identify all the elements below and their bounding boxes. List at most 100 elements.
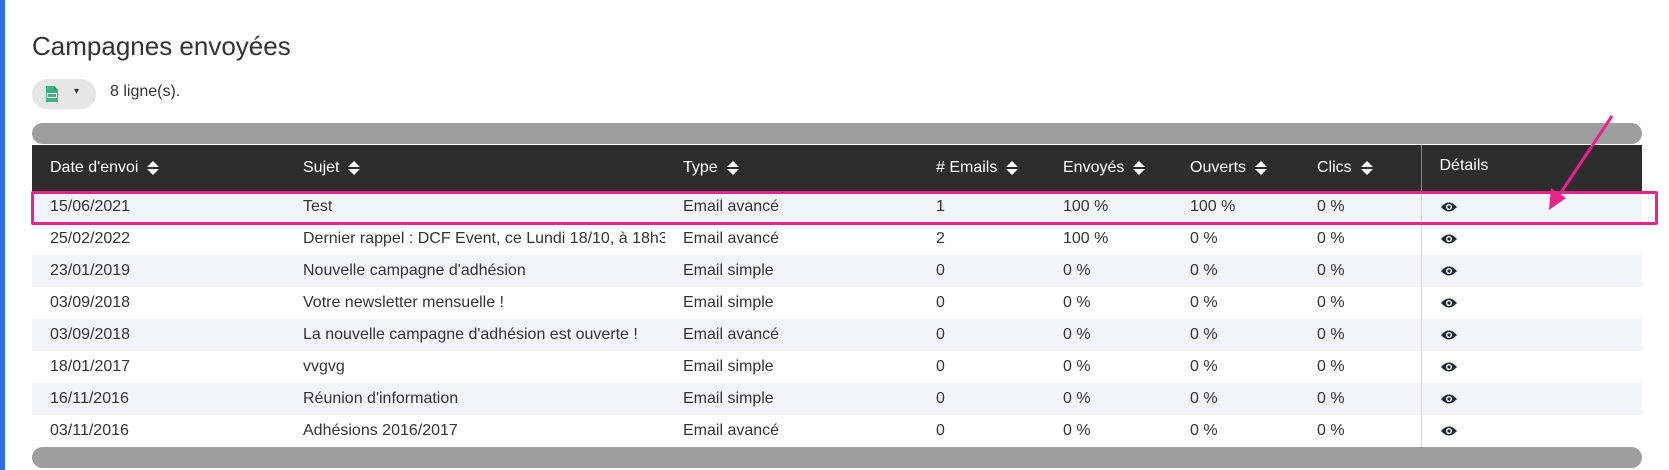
eye-icon[interactable] [1440,425,1458,437]
cell-date: 15/06/2021 [50,198,131,215]
eye-icon[interactable] [1440,265,1458,277]
table-row: 16/11/2016 Réunion d'information Email s… [32,383,1642,415]
cell-emails: 0 [936,358,945,375]
table-row: 03/11/2016 Adhésions 2016/2017 Email ava… [32,415,1642,447]
cell-details [1420,191,1642,223]
cell-ouverts: 0 % [1190,326,1218,343]
cell-details [1420,415,1642,447]
cell-date: 03/09/2018 [50,326,131,343]
cell-clics: 0 % [1317,358,1345,375]
cell-date: 23/01/2019 [50,262,131,279]
cell-type: Email avancé [683,422,780,439]
cell-emails: 0 [936,262,945,279]
eye-icon[interactable] [1440,361,1458,373]
page-title: Campagnes envoyées [32,31,291,62]
cell-sujet: Test [303,198,333,215]
cell-ouverts: 0 % [1190,390,1218,407]
cell-envoyes: 0 % [1063,294,1091,311]
cell-details [1420,351,1642,383]
column-header-envoyes[interactable]: Envoyés [1045,145,1172,191]
sort-icon [348,160,361,175]
column-header-details: Détails [1420,145,1642,191]
cell-sujet: Réunion d'information [303,390,459,407]
campaigns-table: Date d'envoi Sujet Type # Emails Envoyés… [32,145,1642,447]
column-header-ouverts[interactable]: Ouverts [1172,145,1299,191]
table-row: 23/01/2019 Nouvelle campagne d'adhésion … [32,255,1642,287]
cell-sujet: vvgvg [303,358,345,375]
cell-envoyes: 0 % [1063,262,1091,279]
cell-sujet: La nouvelle campagne d'adhésion est ouve… [303,326,638,343]
cell-details [1420,255,1642,287]
cell-ouverts: 0 % [1190,422,1218,439]
cell-type: Email avancé [683,198,780,215]
cell-sujet: Dernier rappel : DCF Event, ce Lundi 18/… [303,230,665,247]
cell-type: Email simple [683,294,774,311]
cell-emails: 0 [936,294,945,311]
cell-ouverts: 0 % [1190,262,1218,279]
cell-type: Email simple [683,262,774,279]
column-header-clics[interactable]: Clics [1299,145,1421,191]
eye-icon[interactable] [1440,329,1458,341]
cell-details [1420,223,1642,255]
cell-ouverts: 100 % [1190,198,1236,215]
column-label: Date d'envoi [50,159,139,176]
cell-clics: 0 % [1317,262,1345,279]
cell-ouverts: 0 % [1190,230,1218,247]
table-row: 25/02/2022 Dernier rappel : DCF Event, c… [32,223,1642,255]
row-count: 8 ligne(s). [110,83,181,100]
sort-icon [1133,160,1146,175]
column-header-date[interactable]: Date d'envoi [32,145,285,191]
horizontal-scrollbar-bottom[interactable] [32,447,1642,468]
cell-sujet: Votre newsletter mensuelle ! [303,294,504,311]
cell-ouverts: 0 % [1190,358,1218,375]
horizontal-scrollbar-top[interactable] [32,123,1642,144]
cell-emails: 0 [936,390,945,407]
column-label: Envoyés [1063,159,1125,176]
table-row: 03/09/2018 Votre newsletter mensuelle ! … [32,287,1642,319]
eye-icon[interactable] [1440,233,1458,245]
export-button[interactable]: ▾ [32,79,96,109]
left-accent-bar [0,0,5,470]
cell-emails: 2 [936,230,945,247]
eye-icon[interactable] [1440,393,1458,405]
cell-date: 25/02/2022 [50,230,131,247]
cell-clics: 0 % [1317,198,1345,215]
cell-details [1420,383,1642,415]
table-row: 03/09/2018 La nouvelle campagne d'adhési… [32,319,1642,351]
cell-type: Email simple [683,358,774,375]
sort-icon [1006,160,1019,175]
cell-clics: 0 % [1317,390,1345,407]
cell-ouverts: 0 % [1190,294,1218,311]
column-header-type[interactable]: Type [665,145,918,191]
cell-sujet: Nouvelle campagne d'adhésion [303,262,526,279]
sort-icon [1255,160,1268,175]
cell-type: Email simple [683,390,774,407]
cell-clics: 0 % [1317,326,1345,343]
cell-details [1420,319,1642,351]
column-label: # Emails [936,159,998,176]
cell-clics: 0 % [1317,422,1345,439]
cell-emails: 0 [936,326,945,343]
column-header-sujet[interactable]: Sujet [285,145,665,191]
cell-details [1420,287,1642,319]
table-row: 18/01/2017 vvgvg Email simple 0 0 % 0 % … [32,351,1642,383]
xls-file-icon [46,86,58,102]
eye-icon[interactable] [1440,297,1458,309]
cell-envoyes: 100 % [1063,230,1109,247]
cell-emails: 0 [936,422,945,439]
chevron-down-icon: ▾ [74,86,80,97]
column-label: Ouverts [1190,159,1247,176]
table-row: 15/06/2021 Test Email avancé 1 100 % 100… [32,191,1642,223]
eye-icon[interactable] [1440,201,1458,213]
cell-envoyes: 0 % [1063,422,1091,439]
column-label: Type [683,159,718,176]
cell-emails: 1 [936,198,945,215]
cell-envoyes: 0 % [1063,326,1091,343]
cell-date: 03/09/2018 [50,294,131,311]
sort-icon [726,160,739,175]
sort-icon [1360,160,1373,175]
sort-icon [147,160,160,175]
cell-date: 03/11/2016 [50,422,129,439]
cell-type: Email avancé [683,326,780,343]
column-header-emails[interactable]: # Emails [918,145,1045,191]
